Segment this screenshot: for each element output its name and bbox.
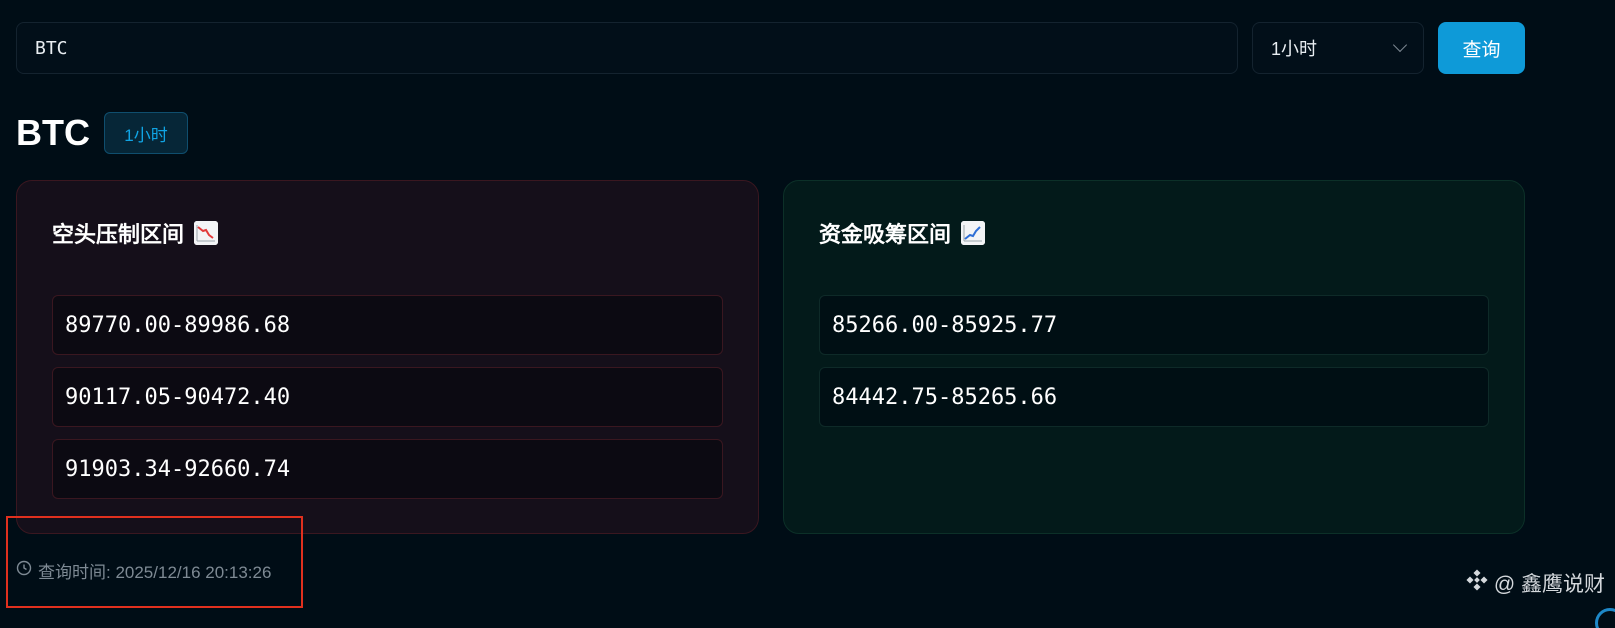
period-badge: 1小时 bbox=[104, 112, 188, 154]
short-range-item: 90117.05-90472.40 bbox=[52, 367, 723, 427]
accumulation-card: 资金吸筹区间 85266.00-85925.77 84442.75-85265.… bbox=[783, 180, 1525, 534]
short-pressure-card: 空头压制区间 89770.00-89986.68 90117.05-90472.… bbox=[16, 180, 759, 534]
chart-increasing-icon bbox=[961, 221, 986, 245]
short-range-item: 91903.34-92660.74 bbox=[52, 439, 723, 499]
chart-decreasing-icon bbox=[194, 221, 219, 245]
long-range-item: 85266.00-85925.77 bbox=[819, 295, 1489, 355]
watermark: @ 鑫鹰说财 bbox=[1466, 568, 1605, 598]
period-select[interactable]: 1小时 bbox=[1252, 22, 1424, 74]
query-button[interactable]: 查询 bbox=[1438, 22, 1525, 74]
annotation-highlight-box bbox=[6, 516, 303, 608]
long-card-title: 资金吸筹区间 bbox=[819, 217, 986, 249]
watermark-text: @ 鑫鹰说财 bbox=[1493, 573, 1605, 596]
page: 1小时 查询 BTC 1小时 空头压制区间 89770.00-89986.68 … bbox=[0, 0, 1615, 628]
short-card-title-text: 空头压制区间 bbox=[52, 222, 185, 247]
short-range-list: 89770.00-89986.68 90117.05-90472.40 9190… bbox=[52, 295, 723, 511]
long-range-item: 84442.75-85265.66 bbox=[819, 367, 1489, 427]
short-card-title: 空头压制区间 bbox=[52, 217, 219, 249]
symbol-search-input[interactable] bbox=[16, 22, 1238, 74]
corner-decoration bbox=[1595, 608, 1615, 628]
long-card-title-text: 资金吸筹区间 bbox=[819, 222, 952, 247]
binance-logo-icon bbox=[1466, 569, 1488, 597]
chevron-down-icon bbox=[1392, 37, 1408, 53]
long-range-list: 85266.00-85925.77 84442.75-85265.66 bbox=[819, 295, 1489, 439]
period-select-value: 1小时 bbox=[1271, 39, 1318, 59]
symbol-title: BTC bbox=[16, 112, 90, 153]
short-range-item: 89770.00-89986.68 bbox=[52, 295, 723, 355]
